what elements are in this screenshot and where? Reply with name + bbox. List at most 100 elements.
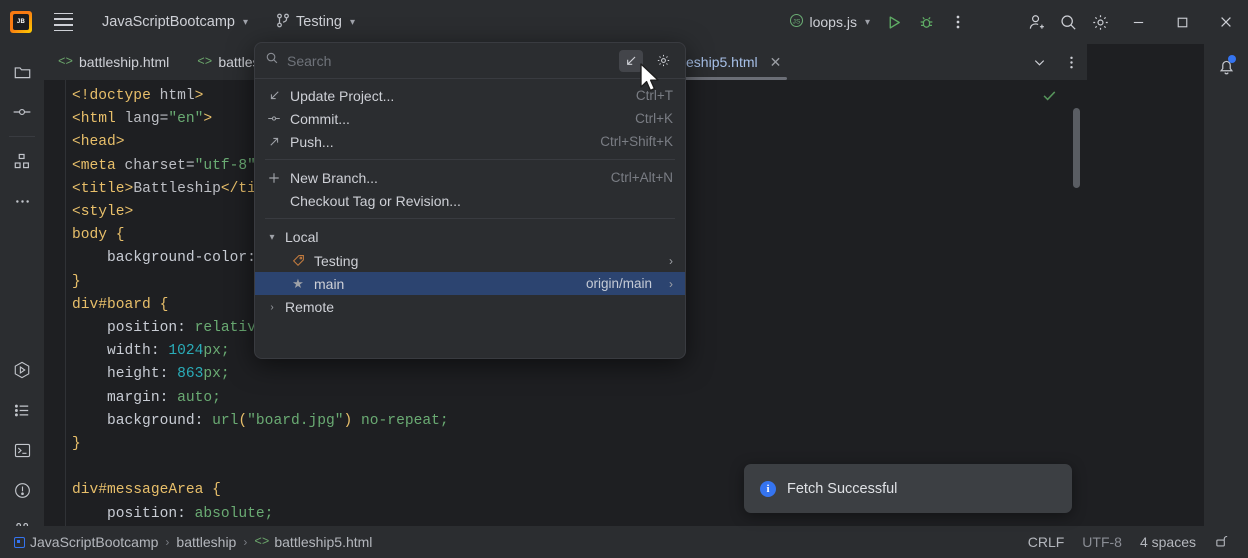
branch-label: main (314, 276, 577, 292)
branch-name-label: Testing (296, 14, 342, 30)
run-config-label: loops.js (810, 14, 857, 30)
update-project-menu-item[interactable]: Update Project... Ctrl+T (255, 84, 685, 107)
tab-list-chevron-down-icon[interactable] (1023, 47, 1055, 77)
arrow-down-left-icon (267, 89, 281, 102)
structure-icon[interactable] (2, 141, 42, 181)
close-tab-icon[interactable]: ✕ (770, 54, 782, 71)
project-name-label: JavaScriptBootcamp (102, 14, 235, 30)
title-bar: JB JavaScriptBootcamp ▾ Testing ▾ (0, 0, 1248, 44)
run-button[interactable] (878, 7, 910, 37)
project-selector[interactable]: JavaScriptBootcamp ▾ (94, 9, 256, 35)
branch-label: Testing (314, 253, 643, 269)
checkout-tag-or-revision-menu-item[interactable]: Checkout Tag or Revision... (255, 189, 685, 212)
popup-divider (265, 159, 675, 160)
branch-selector[interactable]: Testing ▾ (268, 9, 363, 35)
list-icon[interactable] (2, 390, 42, 430)
breadcrumb-label: JavaScriptBootcamp (30, 534, 158, 550)
menu-item-shortcut: Ctrl+K (635, 111, 673, 126)
code-line: background: url("board.jpg") no-repeat; (72, 410, 449, 433)
breadcrumb: JavaScriptBootcamp › battleship › <> bat… (14, 534, 372, 550)
close-window-button[interactable] (1204, 0, 1248, 44)
add-user-icon[interactable] (1020, 7, 1052, 37)
notification-badge (1228, 55, 1236, 63)
html-file-icon: <> (254, 535, 269, 549)
editor-scrollbar-thumb[interactable] (1073, 108, 1080, 188)
encoding-status[interactable]: UTF-8 (1082, 534, 1122, 550)
branch-search-row: Search (255, 43, 685, 79)
unlocked-icon[interactable] (1214, 533, 1230, 552)
commit-icon[interactable] (2, 92, 42, 132)
maximize-button[interactable] (1160, 0, 1204, 44)
code-line: } (72, 433, 449, 456)
js-file-icon: JS (789, 13, 804, 31)
line-separator-status[interactable]: CRLF (1028, 534, 1065, 550)
remote-group-header[interactable]: › Remote (255, 295, 685, 319)
tab-label: battleship.html (79, 54, 169, 70)
gear-icon[interactable] (651, 50, 675, 72)
inspection-status-ok-icon[interactable] (1042, 88, 1057, 106)
run-circle-icon[interactable] (2, 350, 42, 390)
breadcrumb-item-file[interactable]: <> battleship5.html (254, 534, 372, 550)
main-menu-icon[interactable] (46, 7, 80, 37)
tab-battleship-html[interactable]: <> battleship.html (44, 44, 183, 80)
git-branch-icon (276, 13, 290, 32)
chevron-right-icon: › (669, 277, 673, 291)
breadcrumb-item-project[interactable]: JavaScriptBootcamp (14, 534, 158, 550)
group-label: Remote (285, 299, 334, 315)
push-menu-item[interactable]: Push... Ctrl+Shift+K (255, 130, 685, 153)
editor-gutter (44, 80, 66, 526)
toast-message: Fetch Successful (787, 481, 897, 497)
terminal-icon[interactable] (2, 430, 42, 470)
indent-status[interactable]: 4 spaces (1140, 534, 1196, 550)
breadcrumb-separator-icon: › (165, 535, 169, 549)
notification-toast[interactable]: i Fetch Successful (744, 464, 1072, 513)
search-icon[interactable] (1052, 7, 1084, 37)
menu-item-label: Commit... (290, 111, 626, 127)
svg-text:JS: JS (792, 18, 800, 25)
module-icon (14, 537, 25, 548)
arrow-up-right-icon (267, 135, 281, 148)
branch-item-testing[interactable]: Testing › (255, 249, 685, 272)
gear-icon[interactable] (1084, 7, 1116, 37)
menu-item-shortcut: Ctrl+T (636, 88, 673, 103)
branch-search-input[interactable]: Search (287, 53, 611, 69)
minimize-button[interactable] (1116, 0, 1160, 44)
menu-item-shortcut: Ctrl+Shift+K (600, 134, 673, 149)
branch-actions-section: New Branch... Ctrl+Alt+N Checkout Tag or… (255, 161, 685, 217)
tag-icon (291, 254, 305, 267)
ellipsis-icon[interactable] (2, 181, 42, 221)
breadcrumb-item-folder[interactable]: battleship (176, 534, 236, 550)
git-branches-popup: Search Update Project... Ctrl+T (254, 42, 686, 359)
local-group-header[interactable]: ▾ Local (255, 225, 685, 249)
update-project-icon[interactable] (619, 50, 643, 72)
code-line: position: absolute; (72, 503, 449, 526)
local-branches-section: ▾ Local Testing › ★ main origin/main › (255, 220, 685, 324)
right-tool-sidebar (1204, 44, 1248, 558)
branch-item-main[interactable]: ★ main origin/main › (255, 272, 685, 295)
breadcrumb-label: battleship (176, 534, 236, 550)
chevron-down-icon: ▾ (243, 17, 248, 28)
warning-circle-icon[interactable] (2, 470, 42, 510)
app-logo-text: JB (10, 11, 32, 33)
breadcrumb-label: battleship5.html (274, 534, 372, 550)
code-line: height: 863px; (72, 363, 449, 386)
branch-tracking: origin/main (586, 276, 652, 291)
menu-item-label: New Branch... (290, 170, 602, 186)
commit-menu-item[interactable]: Commit... Ctrl+K (255, 107, 685, 130)
code-line: div#messageArea { (72, 479, 449, 502)
code-line: margin: auto; (72, 387, 449, 410)
left-tool-sidebar (0, 44, 44, 558)
bell-icon[interactable] (1204, 46, 1248, 86)
tab-more-vertical-icon[interactable] (1055, 47, 1087, 77)
debug-button[interactable] (910, 7, 942, 37)
html-file-icon: <> (58, 55, 73, 69)
more-actions-button[interactable] (942, 7, 974, 37)
chevron-down-icon: ▾ (350, 17, 355, 28)
menu-item-label: Update Project... (290, 88, 627, 104)
run-configuration-selector[interactable]: JS loops.js ▾ (781, 9, 879, 35)
star-icon: ★ (291, 276, 305, 292)
plus-icon (267, 171, 281, 185)
new-branch-menu-item[interactable]: New Branch... Ctrl+Alt+N (255, 166, 685, 189)
menu-item-label: Push... (290, 134, 591, 150)
folder-icon[interactable] (2, 52, 42, 92)
